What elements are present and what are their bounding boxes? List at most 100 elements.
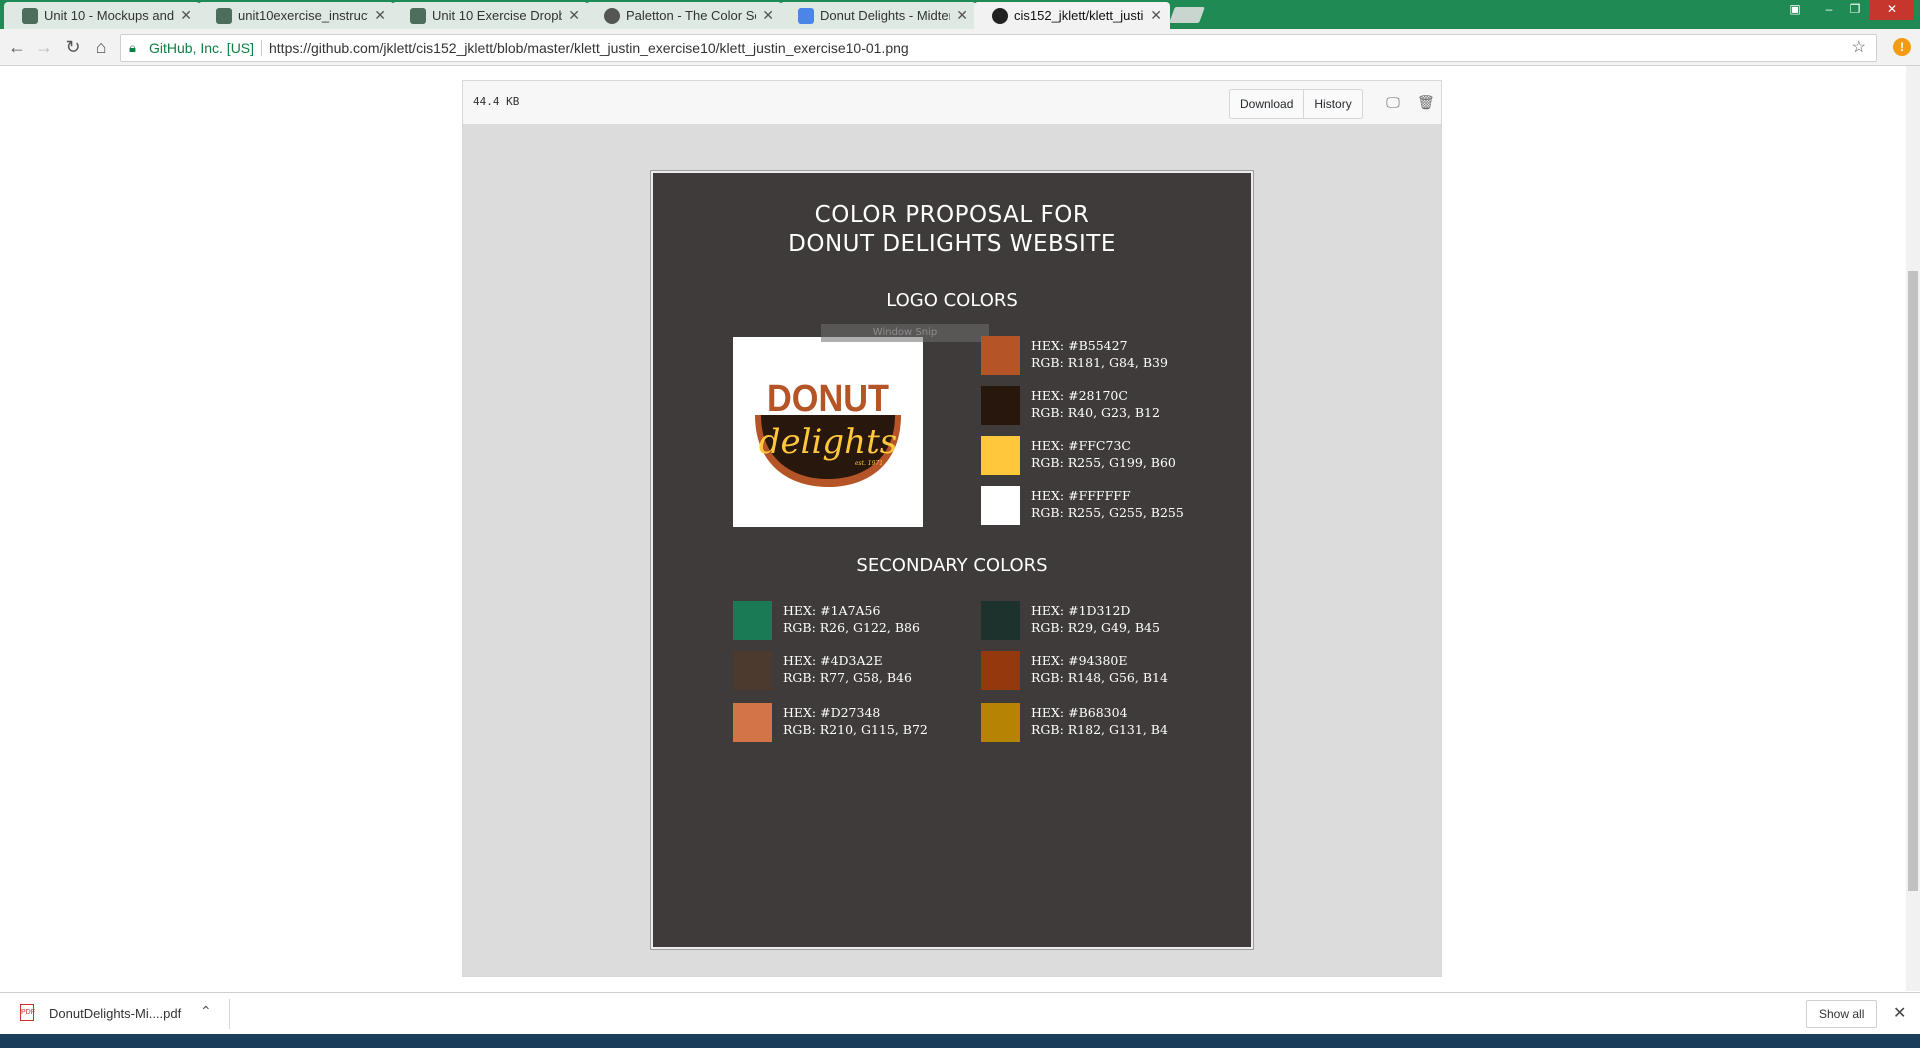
minimize-icon[interactable]: – xyxy=(1816,0,1842,20)
site-identity[interactable]: GitHub, Inc. [US] xyxy=(149,35,254,61)
color-values: HEX: #B55427 RGB: R181, G84, B39 xyxy=(1031,337,1168,371)
color-swatch xyxy=(981,651,1020,690)
tab-unit10exercise-instructions[interactable]: unit10exercise_instructio ✕ xyxy=(198,2,394,29)
window-close-icon[interactable]: ✕ xyxy=(1870,0,1914,20)
page-scrollbar[interactable] xyxy=(1906,66,1920,991)
color-values: HEX: #28170C RGB: R40, G23, B12 xyxy=(1031,387,1160,421)
hex-value: HEX: #1A7A56 xyxy=(783,603,881,618)
artwork-title: COLOR PROPOSAL FOR DONUT DELIGHTS WEBSIT… xyxy=(653,201,1251,259)
file-header: 44.4 KB Download History 🖵︎ 🗑︎ xyxy=(463,81,1441,125)
color-swatch xyxy=(981,601,1020,640)
hex-value: HEX: #28170C xyxy=(1031,388,1128,403)
tab-unit10-dropbox[interactable]: Unit 10 Exercise Dropbo ✕ xyxy=(392,2,588,29)
rgb-value: RGB: R182, G131, B4 xyxy=(1031,722,1168,737)
bookmark-star-icon[interactable]: ☆ xyxy=(1852,35,1866,61)
chevron-up-icon[interactable]: ⌃ xyxy=(200,1003,212,1020)
url-text[interactable]: https://github.com/jklett/cis152_jklett/… xyxy=(269,35,909,61)
address-bar[interactable]: 🔒︎ GitHub, Inc. [US] https://github.com/… xyxy=(120,34,1877,62)
tab-strip: Unit 10 - Mockups and C ✕ unit10exercise… xyxy=(0,0,1920,29)
reload-icon[interactable]: ↻ xyxy=(62,36,84,58)
graduation-cap-icon xyxy=(410,8,426,24)
github-icon xyxy=(992,8,1008,24)
graduation-cap-icon xyxy=(216,8,232,24)
desktop-icon[interactable]: 🖵︎ xyxy=(1385,94,1401,110)
maximize-icon[interactable]: ❐ xyxy=(1842,0,1868,20)
close-icon[interactable]: ✕ xyxy=(1893,1003,1906,1023)
download-item-name[interactable]: DonutDelights-Mi....pdf xyxy=(49,1006,181,1021)
close-icon[interactable]: ✕ xyxy=(568,2,580,29)
tab-donut-delights-midterm[interactable]: Donut Delights - Midterm ✕ xyxy=(780,2,976,29)
window-snip-overlay: Window Snip xyxy=(821,324,989,342)
tab-label: Unit 10 - Mockups and C xyxy=(44,8,174,23)
file-size: 44.4 KB xyxy=(473,95,520,108)
color-values: HEX: #4D3A2E RGB: R77, G58, B46 xyxy=(783,652,912,686)
title-line-2: DONUT DELIGHTS WEBSITE xyxy=(788,231,1116,257)
color-swatch xyxy=(733,601,772,640)
home-icon[interactable]: ⌂ xyxy=(90,36,112,58)
tab-label: Donut Delights - Midterm xyxy=(820,8,950,23)
close-icon[interactable]: ✕ xyxy=(374,2,386,29)
extension-icon[interactable]: ! xyxy=(1893,38,1911,56)
color-swatch xyxy=(733,651,772,690)
file-actions: Download History xyxy=(1229,89,1363,119)
rgb-value: RGB: R29, G49, B45 xyxy=(1031,620,1160,635)
color-values: HEX: #FFC73C RGB: R255, G199, B60 xyxy=(1031,437,1176,471)
color-values: HEX: #B68304 RGB: R182, G131, B4 xyxy=(1031,704,1168,738)
logo-word-donut: DONUT xyxy=(767,378,889,420)
logo-colors-heading: LOGO COLORS xyxy=(886,290,1018,311)
file-viewer: 44.4 KB Download History 🖵︎ 🗑︎ COLOR PRO… xyxy=(462,80,1442,977)
hex-value: HEX: #B55427 xyxy=(1031,338,1128,353)
rgb-value: RGB: R181, G84, B39 xyxy=(1031,355,1168,370)
hex-value: HEX: #1D312D xyxy=(1031,603,1131,618)
rgb-value: RGB: R26, G122, B86 xyxy=(783,620,920,635)
title-line-1: COLOR PROPOSAL FOR xyxy=(814,202,1090,228)
hex-value: HEX: #94380E xyxy=(1031,653,1128,668)
close-icon[interactable]: ✕ xyxy=(762,2,774,29)
rgb-value: RGB: R210, G115, B72 xyxy=(783,722,928,737)
download-button[interactable]: Download xyxy=(1230,90,1303,118)
hex-value: HEX: #B68304 xyxy=(1031,705,1128,720)
logo-est: est. 1971 xyxy=(855,460,883,467)
rgb-value: RGB: R255, G255, B255 xyxy=(1031,505,1184,520)
divider xyxy=(229,999,230,1029)
color-swatch xyxy=(981,703,1020,742)
new-tab-button[interactable] xyxy=(1169,7,1205,23)
color-values: HEX: #1A7A56 RGB: R26, G122, B86 xyxy=(783,602,920,636)
hex-value: HEX: #FFC73C xyxy=(1031,438,1131,453)
tab-label: cis152_jklett/klett_justin_ xyxy=(1014,8,1144,23)
google-docs-icon xyxy=(798,8,814,24)
trash-icon[interactable]: 🗑︎ xyxy=(1417,94,1435,110)
download-shelf: PDF DonutDelights-Mi....pdf ⌃ Show all ✕ xyxy=(0,992,1920,1035)
profile-icon[interactable]: ▣ xyxy=(1782,0,1808,20)
color-swatch xyxy=(733,703,772,742)
scrollbar-thumb[interactable] xyxy=(1908,271,1918,891)
show-all-button[interactable]: Show all xyxy=(1806,1000,1878,1028)
color-swatch xyxy=(981,486,1020,525)
hex-value: HEX: #FFFFFF xyxy=(1031,488,1131,503)
logo-graphic: DONUT delights est. 1971 xyxy=(755,378,901,487)
logo-word-delights: delights xyxy=(759,422,897,462)
close-icon[interactable]: ✕ xyxy=(956,2,968,29)
graduation-cap-icon xyxy=(22,8,38,24)
color-values: HEX: #D27348 RGB: R210, G115, B72 xyxy=(783,704,928,738)
history-button[interactable]: History xyxy=(1303,90,1361,118)
rgb-value: RGB: R77, G58, B46 xyxy=(783,670,912,685)
image-preview: COLOR PROPOSAL FOR DONUT DELIGHTS WEBSIT… xyxy=(650,170,1254,950)
paletton-icon xyxy=(604,8,620,24)
tab-paletton[interactable]: Paletton - The Color Sch ✕ xyxy=(586,2,782,29)
hex-value: HEX: #D27348 xyxy=(783,705,881,720)
tab-github-active[interactable]: cis152_jklett/klett_justin_ ✕ xyxy=(974,2,1170,29)
tab-label: Paletton - The Color Sch xyxy=(626,8,756,23)
forward-icon[interactable]: → xyxy=(33,36,55,58)
close-icon[interactable]: ✕ xyxy=(1150,2,1162,29)
color-swatch xyxy=(981,386,1020,425)
color-values: HEX: #1D312D RGB: R29, G49, B45 xyxy=(1031,602,1160,636)
color-swatch xyxy=(981,436,1020,475)
tab-unit10-mockups[interactable]: Unit 10 - Mockups and C ✕ xyxy=(4,2,200,29)
close-icon[interactable]: ✕ xyxy=(180,2,192,29)
os-taskbar xyxy=(0,1034,1920,1048)
divider xyxy=(261,40,262,56)
color-values: HEX: #94380E RGB: R148, G56, B14 xyxy=(1031,652,1168,686)
back-icon[interactable]: ← xyxy=(6,36,28,58)
rgb-value: RGB: R148, G56, B14 xyxy=(1031,670,1168,685)
